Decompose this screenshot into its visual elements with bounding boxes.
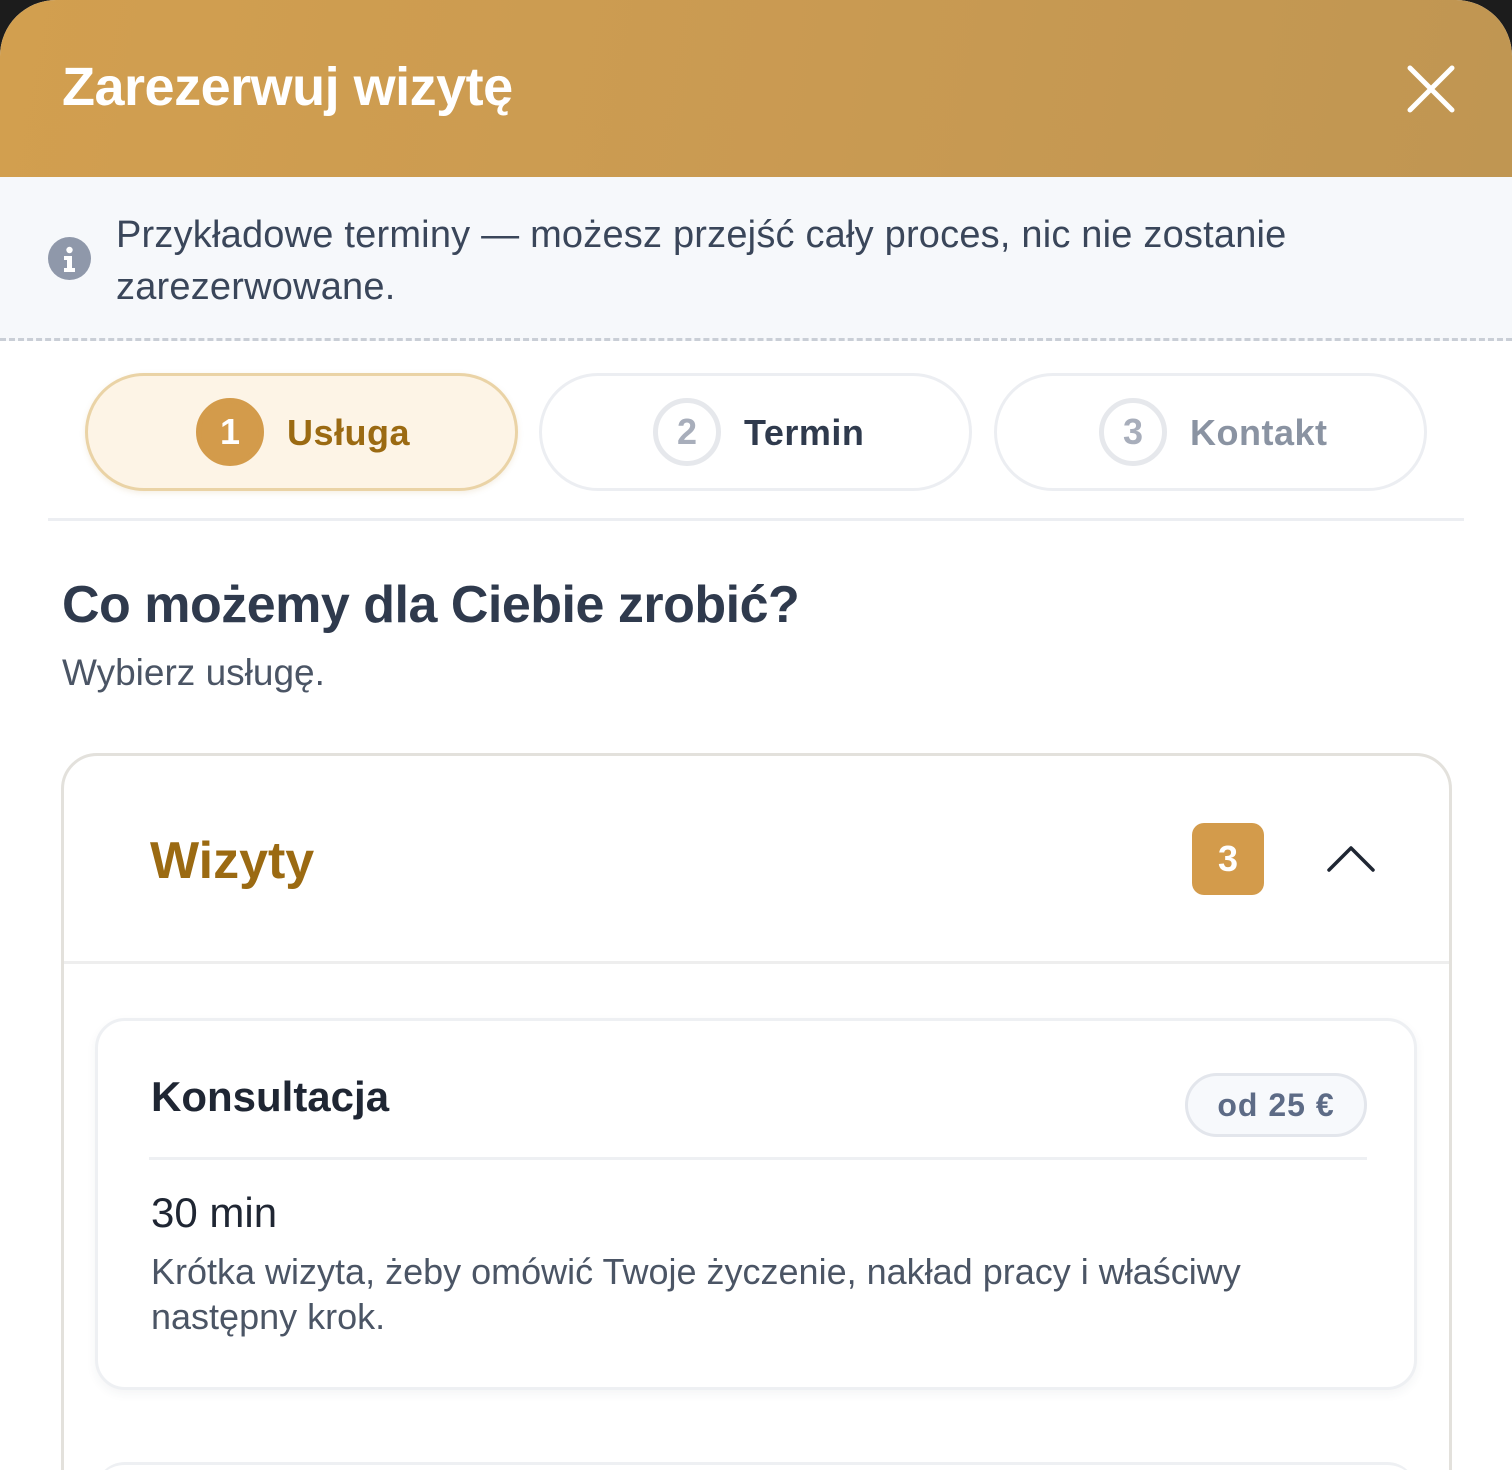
service-description: Krótka wizyta, żeby omówić Twoje życzeni…: [151, 1251, 1241, 1337]
close-button[interactable]: [1400, 58, 1462, 120]
step-number: 2: [653, 398, 721, 466]
service-divider: [149, 1157, 1367, 1160]
modal-title: Zarezerwuj wizytę: [62, 57, 513, 117]
modal-header: Zarezerwuj wizytę: [0, 0, 1512, 177]
step-number: 3: [1099, 398, 1167, 466]
step-number: 1: [196, 398, 264, 466]
count-badge: 3: [1192, 823, 1264, 895]
info-icon: [48, 237, 91, 280]
steps-divider: [48, 518, 1464, 521]
step-label: Usługa: [287, 412, 411, 453]
step-label: Termin: [744, 412, 865, 453]
page-title: Co możemy dla Ciebie zrobić?: [62, 576, 800, 634]
price-badge: od 25 €: [1185, 1073, 1367, 1137]
page-subtitle: Wybierz usługę.: [62, 652, 325, 693]
step-usluga[interactable]: 1 Usługa: [85, 373, 518, 491]
service-name: Konsultacja: [151, 1073, 390, 1120]
step-kontakt[interactable]: 3 Kontakt: [994, 373, 1427, 491]
service-card-konsultacja[interactable]: Konsultacja od 25 € 30 min Krótka wizyta…: [95, 1018, 1417, 1390]
service-card-next[interactable]: [95, 1462, 1417, 1470]
notice-text: Przykładowe terminy — możesz przejść cał…: [116, 214, 1287, 308]
category-title: Wizyty: [150, 832, 315, 890]
step-label: Kontakt: [1190, 412, 1328, 453]
category-toggle[interactable]: Wizyty 3: [64, 756, 1449, 964]
step-termin[interactable]: 2 Termin: [539, 373, 972, 491]
service-duration: 30 min: [151, 1189, 278, 1236]
chevron-up-icon: [1327, 846, 1375, 872]
close-icon: [1407, 65, 1455, 113]
booking-modal: Zarezerwuj wizytę Przykładowe terminy — …: [0, 0, 1512, 1470]
